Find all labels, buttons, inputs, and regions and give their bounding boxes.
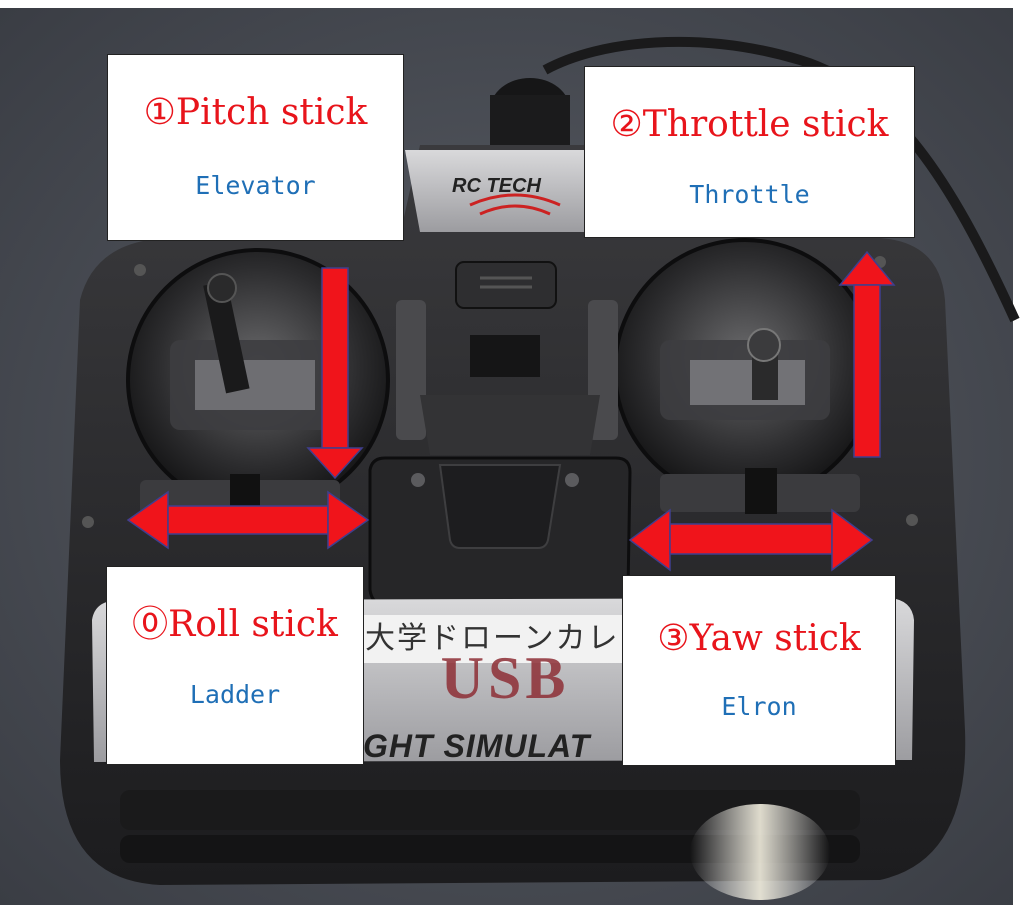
yaw-stick-subtitle: Elron xyxy=(721,692,797,721)
pitch-stick-title: ①Pitch stick xyxy=(143,92,368,133)
center-button xyxy=(455,261,557,309)
sticker-simulator-text: GHT SIMULAT xyxy=(363,728,591,764)
yaw-label-box: ③Yaw stick Elron xyxy=(622,575,896,766)
sticker-usb-text: USB xyxy=(440,645,570,711)
throttle-stick-title: ②Throttle stick xyxy=(610,104,889,145)
roll-label-box: ⓪Roll stick Ladder xyxy=(106,566,364,765)
pitch-stick-subtitle: Elevator xyxy=(195,171,316,200)
photo-stage: RC TECH 大学ドローンカレ USB GHT SIMULAT ①Pitch … xyxy=(0,0,1021,915)
throttle-label-box: ②Throttle stick Throttle xyxy=(584,66,915,238)
roll-stick-subtitle: Ladder xyxy=(189,680,281,709)
pitch-label-box: ①Pitch stick Elevator xyxy=(107,54,404,241)
brand-logo-text: RC TECH xyxy=(452,175,541,197)
yaw-stick-title: ③Yaw stick xyxy=(657,618,861,659)
light-glare xyxy=(690,804,830,900)
roll-stick-title: ⓪Roll stick xyxy=(132,604,338,645)
throttle-stick-subtitle: Throttle xyxy=(689,180,810,209)
